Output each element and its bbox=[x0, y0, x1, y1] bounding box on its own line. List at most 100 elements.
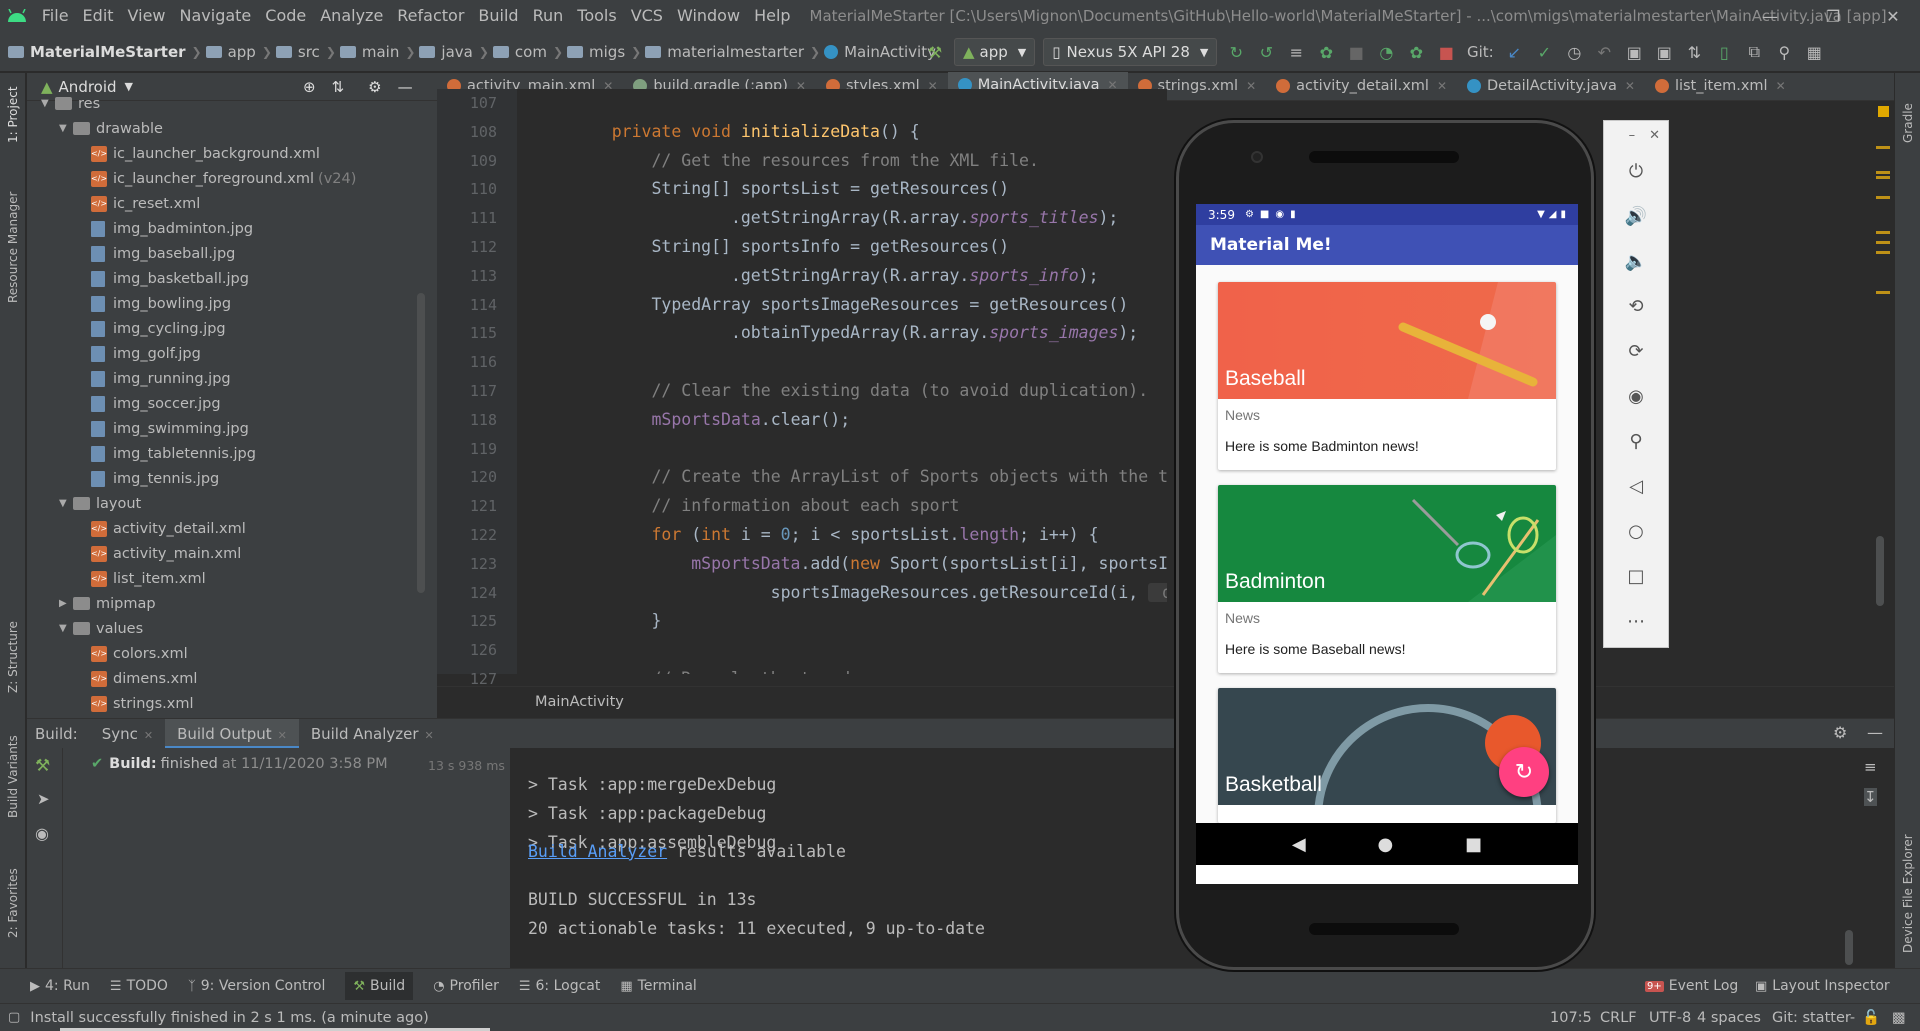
close-icon[interactable]: ✕ bbox=[1437, 79, 1447, 93]
close-icon[interactable]: ✕ bbox=[1625, 79, 1635, 93]
tree-item[interactable]: </> ic_launcher_background.xml bbox=[27, 141, 437, 166]
menu-build[interactable]: Build bbox=[471, 0, 525, 32]
breadcrumb-item[interactable]: migs ❯ bbox=[567, 43, 641, 61]
run-coverage-icon[interactable]: ≡ bbox=[1283, 40, 1309, 64]
minimize-button[interactable]: – bbox=[1629, 128, 1636, 143]
tree-item[interactable]: img_swimming.jpg bbox=[27, 416, 437, 441]
code-line[interactable]: TypedArray sportsImageResources = getRes… bbox=[517, 291, 1167, 320]
tree-item[interactable]: </> ic_reset.xml bbox=[27, 191, 437, 216]
power-icon[interactable]: ⏻ bbox=[1604, 149, 1668, 194]
hammer-icon[interactable]: ⚒ bbox=[35, 756, 50, 776]
stop-icon[interactable]: ■ bbox=[1433, 40, 1459, 64]
menu-edit[interactable]: Edit bbox=[76, 0, 121, 32]
close-window-button[interactable]: ✕ bbox=[1870, 0, 1916, 32]
chevron-down-icon[interactable]: ▼ bbox=[41, 98, 55, 109]
code-line[interactable]: // Create the ArrayList of Sports object… bbox=[517, 463, 1167, 492]
tree-item[interactable]: ▶ mipmap bbox=[27, 591, 437, 616]
favorites-tool-button[interactable]: 2: Favorites bbox=[6, 868, 20, 938]
list-item[interactable]: Baseball News Here is some Badminton new… bbox=[1218, 282, 1556, 470]
minimize-button[interactable]: — bbox=[1747, 0, 1793, 32]
version-control-tool-button[interactable]: ᛉ 9: Version Control bbox=[188, 978, 325, 994]
git-update-icon[interactable]: ↙ bbox=[1501, 40, 1527, 64]
code-line[interactable]: } bbox=[517, 607, 1167, 636]
pin-icon[interactable]: ➤ bbox=[37, 790, 50, 808]
menu-tools[interactable]: Tools bbox=[570, 0, 623, 32]
menu-help[interactable]: Help bbox=[747, 0, 797, 32]
tree-item[interactable]: img_baseball.jpg bbox=[27, 241, 437, 266]
todo-tool-button[interactable]: ☰ TODO bbox=[110, 978, 168, 994]
menu-window[interactable]: Window bbox=[670, 0, 747, 32]
tree-item[interactable]: </> activity_main.xml bbox=[27, 541, 437, 566]
code-line[interactable]: String[] sportsInfo = getResources() bbox=[517, 233, 1167, 262]
project-tool-button[interactable]: 1: Project bbox=[6, 86, 20, 143]
device-manager-icon[interactable]: ▯ bbox=[1711, 40, 1737, 64]
file-encoding[interactable]: UTF-8 bbox=[1649, 1010, 1691, 1026]
chevron-right-icon[interactable]: ▶ bbox=[59, 598, 73, 609]
editor-tab[interactable]: list_item.xml ✕ bbox=[1645, 72, 1796, 100]
editor-tab[interactable]: activity_detail.xml ✕ bbox=[1266, 72, 1457, 100]
attach-debugger-icon[interactable]: ■ bbox=[1343, 40, 1369, 64]
maximize-button[interactable]: ❐ bbox=[1810, 0, 1856, 32]
code-line[interactable]: // Clear the existing data (to avoid dup… bbox=[517, 377, 1167, 406]
menu-file[interactable]: File bbox=[35, 0, 76, 32]
code-line[interactable]: sportsImageResources.getResourceId(i, de… bbox=[517, 579, 1167, 608]
tree-item[interactable]: ▼ layout bbox=[27, 491, 437, 516]
device-select[interactable]: ▯ Nexus 5X API 28 ▼ bbox=[1043, 38, 1218, 66]
tree-item[interactable]: img_bowling.jpg bbox=[27, 291, 437, 316]
lock-icon[interactable]: 🔓 bbox=[1862, 1009, 1880, 1026]
indent-setting[interactable]: 4 spaces bbox=[1697, 1010, 1761, 1026]
code-line[interactable]: .obtainTypedArray(R.array.sports_images)… bbox=[517, 319, 1167, 348]
tree-item[interactable]: img_basketball.jpg bbox=[27, 266, 437, 291]
rerun-icon[interactable]: ↻ bbox=[1223, 40, 1249, 64]
code-line[interactable]: String[] sportsList = getResources() bbox=[517, 175, 1167, 204]
code-line[interactable]: // Recycle the typed array. bbox=[517, 665, 1167, 674]
tree-item[interactable]: </> list_item.xml bbox=[27, 566, 437, 591]
soft-wrap-icon[interactable]: ≡ bbox=[1864, 758, 1877, 776]
debug-icon[interactable]: ✿ bbox=[1313, 40, 1339, 64]
tab-build-analyzer[interactable]: Build Analyzer ✕ bbox=[299, 719, 446, 749]
tree-item[interactable]: img_cycling.jpg bbox=[27, 316, 437, 341]
breadcrumb-item[interactable]: com ❯ bbox=[492, 43, 563, 61]
menu-analyze[interactable]: Analyze bbox=[313, 0, 390, 32]
device-file-explorer-tool-button[interactable]: Device File Explorer bbox=[1901, 834, 1915, 953]
chevron-down-icon[interactable]: ▼ bbox=[59, 623, 73, 634]
terminal-tool-button[interactable]: ▦ Terminal bbox=[620, 978, 696, 994]
tree-item[interactable]: ▼ values bbox=[27, 616, 437, 641]
tree-item[interactable]: ▼ res bbox=[27, 91, 437, 116]
layout-inspector-tool-button[interactable]: ▣ Layout Inspector bbox=[1755, 978, 1890, 994]
tree-item[interactable]: img_soccer.jpg bbox=[27, 391, 437, 416]
profile-icon[interactable]: ◔ bbox=[1373, 40, 1399, 64]
code-line[interactable]: // Get the resources from the XML file. bbox=[517, 147, 1167, 176]
tree-item[interactable]: </> colors.xml bbox=[27, 641, 437, 666]
volume-down-icon[interactable]: 🔈 bbox=[1604, 239, 1668, 284]
list-item[interactable]: Badminton News Here is some Baseball new… bbox=[1218, 485, 1556, 673]
warning-indicator-icon[interactable] bbox=[1878, 106, 1889, 117]
chevron-down-icon[interactable]: ▼ bbox=[59, 498, 73, 509]
code-line[interactable]: // information about each sport bbox=[517, 492, 1167, 521]
profiler-tool-button[interactable]: ◔ Profiler bbox=[433, 978, 499, 994]
search-icon[interactable]: ⚲ bbox=[1771, 40, 1797, 64]
logcat-tool-button[interactable]: ☰ 6: Logcat bbox=[519, 978, 601, 994]
more-icon[interactable]: ⋯ bbox=[1604, 599, 1668, 644]
build-tool-button[interactable]: ⚒ Build bbox=[345, 972, 414, 1000]
caret-position[interactable]: 107:5 bbox=[1550, 1010, 1592, 1026]
breadcrumb-item[interactable]: app ❯ bbox=[205, 43, 272, 61]
tree-item[interactable]: </> ic_launcher_foreground.xml (v24) bbox=[27, 166, 437, 191]
code-line[interactable] bbox=[517, 636, 1167, 665]
debug-attach-icon[interactable]: ✿ bbox=[1403, 40, 1429, 64]
code-line[interactable]: mSportsData.clear(); bbox=[517, 406, 1167, 435]
scroll-to-end-icon[interactable]: ↧ bbox=[1864, 788, 1877, 806]
git-commit-icon[interactable]: ✓ bbox=[1531, 40, 1557, 64]
build-analyzer-link[interactable]: Build Analyzer bbox=[528, 842, 667, 861]
code-line[interactable]: for (int i = 0; i < sportsList.length; i… bbox=[517, 521, 1167, 550]
menu-vcs[interactable]: VCS bbox=[624, 0, 670, 32]
rotate-right-icon[interactable]: ⟳ bbox=[1604, 329, 1668, 374]
run-config-select[interactable]: ▲ app ▼ bbox=[954, 38, 1036, 66]
close-icon[interactable]: ✕ bbox=[278, 729, 287, 742]
overview-icon[interactable]: □ bbox=[1604, 554, 1668, 599]
project-scrollbar[interactable] bbox=[417, 293, 425, 593]
git-history-icon[interactable]: ◷ bbox=[1561, 40, 1587, 64]
code-line[interactable] bbox=[517, 435, 1167, 464]
breadcrumb-item[interactable]: java ❯ bbox=[419, 43, 489, 61]
tree-item[interactable]: img_golf.jpg bbox=[27, 341, 437, 366]
